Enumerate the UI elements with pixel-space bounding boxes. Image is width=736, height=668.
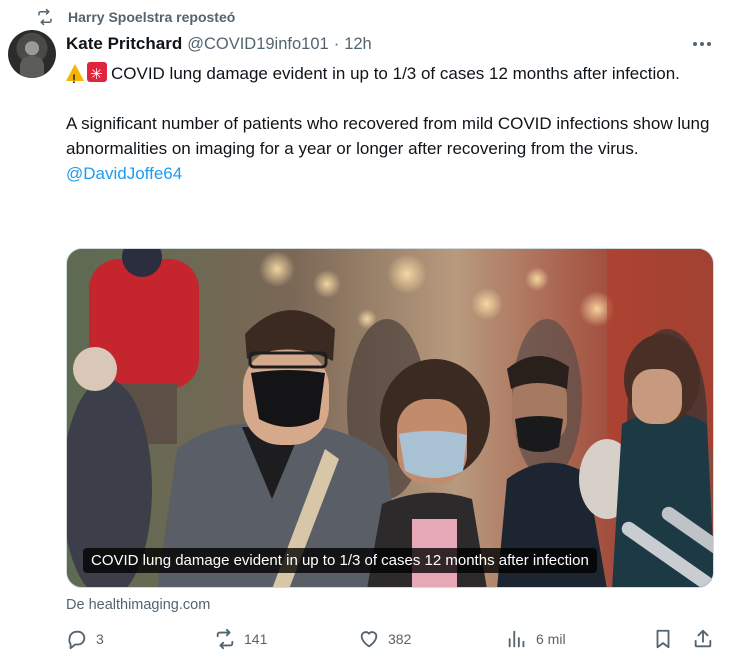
siren-icon bbox=[87, 62, 107, 87]
tweet-text: COVID lung damage evident in up to 1/3 o… bbox=[66, 61, 726, 186]
more-dot-icon bbox=[700, 42, 704, 46]
link-card-image[interactable]: COVID lung damage evident in up to 1/3 o… bbox=[66, 248, 714, 588]
reply-icon bbox=[68, 630, 86, 650]
headline-line: COVID lung damage evident in up to 1/3 o… bbox=[66, 61, 726, 92]
action-bar: 3 141 382 6 mil bbox=[66, 628, 720, 656]
repost-label: Harry Spoelstra reposteó bbox=[68, 9, 236, 25]
bookmark-icon bbox=[656, 629, 670, 649]
share-button[interactable] bbox=[692, 628, 714, 650]
separator-dot: · bbox=[333, 35, 340, 53]
card-source[interactable]: De healthimaging.com bbox=[66, 597, 210, 613]
author-name[interactable]: Kate Pritchard bbox=[66, 34, 182, 54]
like-button[interactable]: 382 bbox=[358, 628, 411, 650]
bookmark-button[interactable] bbox=[652, 628, 674, 650]
timestamp[interactable]: 12h bbox=[344, 35, 372, 54]
avatar[interactable] bbox=[8, 30, 56, 78]
repost-icon bbox=[38, 8, 52, 26]
tweet-headline: COVID lung damage evident in up to 1/3 o… bbox=[111, 64, 680, 83]
mention-link[interactable]: @DavidJoffe64 bbox=[66, 161, 726, 186]
repost-icon bbox=[216, 628, 234, 650]
repost-button[interactable]: 141 bbox=[214, 628, 267, 650]
warning-icon bbox=[66, 64, 84, 92]
views-count: 6 mil bbox=[536, 631, 566, 647]
repost-count: 141 bbox=[244, 631, 268, 647]
repost-context[interactable]: Harry Spoelstra reposteó bbox=[36, 8, 235, 26]
views-chart-icon bbox=[508, 630, 525, 648]
views-button[interactable]: 6 mil bbox=[506, 628, 566, 650]
heart-icon bbox=[360, 631, 378, 648]
author-handle[interactable]: @COVID19info101 bbox=[187, 35, 329, 54]
reply-button[interactable]: 3 bbox=[66, 628, 104, 650]
crowd-photo bbox=[67, 249, 713, 587]
reply-count: 3 bbox=[96, 631, 104, 647]
card-caption: COVID lung damage evident in up to 1/3 o… bbox=[83, 548, 597, 573]
share-icon bbox=[694, 629, 712, 648]
like-count: 382 bbox=[388, 631, 412, 647]
tweet-paragraph: A significant number of patients who rec… bbox=[66, 114, 710, 158]
more-options-button[interactable] bbox=[690, 32, 714, 56]
more-dot-icon bbox=[707, 42, 711, 46]
tweet-header: Kate Pritchard @COVID19info101 · 12h bbox=[66, 34, 372, 54]
more-dot-icon bbox=[693, 42, 697, 46]
